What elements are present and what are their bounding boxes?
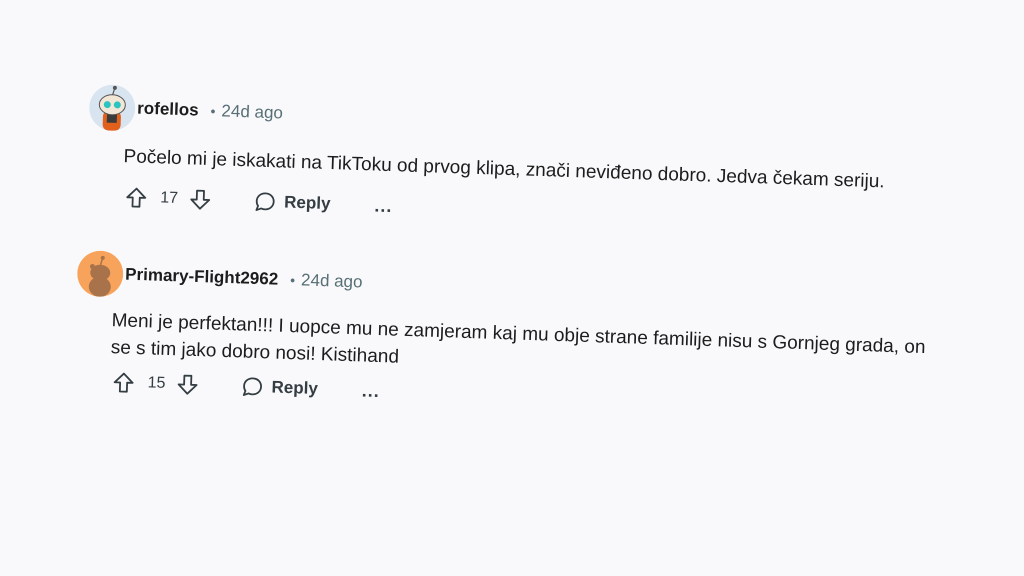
avatar-snoo-icon: [77, 250, 124, 297]
reply-label: Reply: [271, 377, 319, 399]
comment-thread: rofellos • 24d ago Počelo mi je iskakati…: [0, 0, 1024, 576]
more-options-button[interactable]: ...: [374, 195, 393, 217]
separator-dot: •: [289, 272, 296, 289]
avatar-snoo-icon: [89, 84, 136, 131]
downvote-arrow-icon[interactable]: [175, 372, 200, 397]
vote-score: 17: [159, 189, 179, 207]
upvote-arrow-icon[interactable]: [111, 370, 136, 395]
avatar[interactable]: [76, 250, 124, 297]
comment-bubble-icon: [255, 192, 275, 211]
reply-button[interactable]: Reply: [241, 376, 318, 401]
avatar[interactable]: [88, 84, 136, 131]
username[interactable]: rofellos: [137, 99, 199, 121]
upvote-arrow-icon[interactable]: [124, 185, 149, 210]
timestamp[interactable]: 24d ago: [301, 270, 363, 292]
more-options-button[interactable]: ...: [361, 380, 380, 402]
comment-bubble-icon: [242, 377, 262, 396]
vote-score: 15: [147, 374, 166, 392]
downvote-arrow-icon[interactable]: [188, 187, 213, 212]
reply-label: Reply: [283, 192, 331, 214]
reply-button[interactable]: Reply: [254, 191, 331, 216]
timestamp[interactable]: 24d ago: [221, 101, 283, 123]
comment-rofellos: rofellos • 24d ago Počelo mi je iskakati…: [86, 84, 1010, 243]
comment-primary-flight2962: Primary-Flight2962 • 24d ago Meni je per…: [73, 250, 997, 428]
separator-dot: •: [210, 103, 216, 120]
username[interactable]: Primary-Flight2962: [125, 265, 279, 290]
